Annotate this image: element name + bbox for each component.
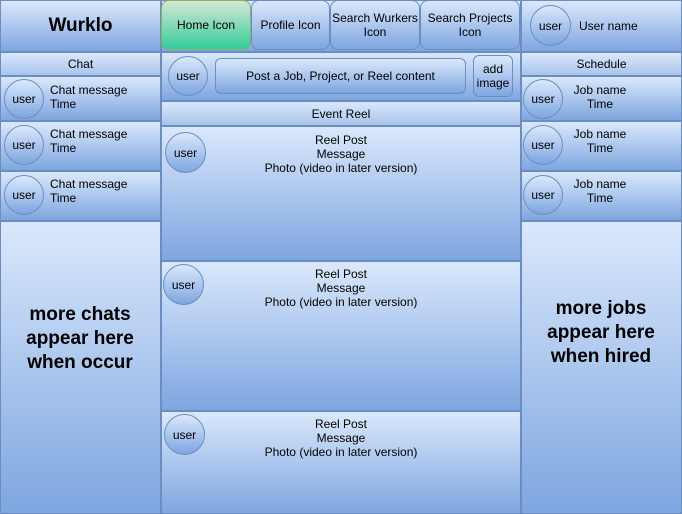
tab-profile[interactable]: Profile Icon [251,0,330,50]
tab-search-projects[interactable]: Search Projects Icon [420,0,520,50]
tab-search-wurkers[interactable]: Search Wurkers Icon [330,0,420,50]
schedule-avatar[interactable]: user [523,125,563,165]
chat-header: Chat [0,52,161,76]
user-avatar[interactable]: user [530,5,571,46]
reel-post-message: Message [316,431,366,445]
chat-avatar[interactable]: user [4,175,44,215]
app-title: Wurklo [48,15,113,36]
schedule-header: Schedule [521,52,682,76]
post-input[interactable]: Post a Job, Project, or Reel content [215,58,466,94]
schedule-job-name: Job name [573,83,627,97]
schedule-time: Time [586,97,614,111]
reel-post-title: Reel Post [314,267,368,281]
schedule-time: Time [586,191,614,205]
chat-time: Time [50,97,77,111]
more-jobs-text: more jobs appear here when hired [547,298,655,367]
schedule-avatar[interactable]: user [523,175,563,215]
chat-time: Time [50,191,77,205]
add-image-button[interactable]: add image [473,55,513,97]
schedule-job-name: Job name [573,127,627,141]
reel-post-title: Reel Post [314,417,368,431]
user-name[interactable]: User name [579,19,638,33]
more-chats-text: more chats appear here when occur [26,304,134,373]
schedule-job-name: Job name [573,177,627,191]
chat-message: Chat message [50,83,128,97]
reel-post-photo: Photo (video in later version) [264,295,418,309]
reel-post-photo: Photo (video in later version) [264,161,418,175]
reel-post-message: Message [316,281,366,295]
event-reel-header: Event Reel [161,101,521,126]
chat-avatar[interactable]: user [4,125,44,165]
schedule-time: Time [586,141,614,155]
reel-post-message: Message [316,147,366,161]
tab-home[interactable]: Home Icon [161,0,251,50]
chat-avatar[interactable]: user [4,79,44,119]
chat-message: Chat message [50,177,128,191]
chat-message: Chat message [50,127,128,141]
reel-post-photo: Photo (video in later version) [264,445,418,459]
reel-post-title: Reel Post [314,133,368,147]
chat-time: Time [50,141,77,155]
schedule-avatar[interactable]: user [523,79,563,119]
post-avatar[interactable]: user [168,56,208,96]
